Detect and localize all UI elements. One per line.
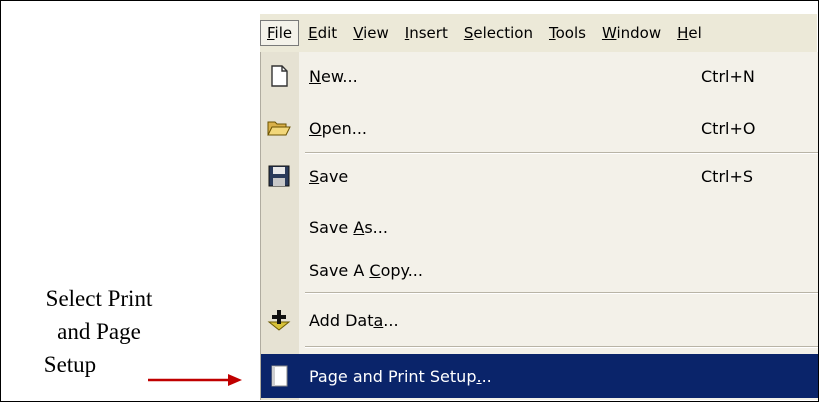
menubar-item-edit[interactable]: Edit	[301, 20, 344, 46]
save-disk-icon	[267, 164, 291, 188]
annotation-line-2: and Page	[57, 319, 141, 344]
menu-item-open-label: Open...	[309, 118, 367, 138]
menu-item-save-label: Save	[309, 166, 349, 186]
new-document-icon	[267, 64, 291, 88]
menu-item-open[interactable]: Open... Ctrl+O	[261, 108, 818, 148]
menu-item-page-and-print-setup[interactable]: Page and Print Setup...	[261, 354, 818, 398]
page-setup-icon	[267, 364, 291, 388]
menu-item-open-shortcut: Ctrl+O	[701, 118, 756, 138]
open-folder-icon	[267, 116, 291, 140]
menu-separator	[305, 152, 818, 154]
menu-item-new-shortcut: Ctrl+N	[701, 66, 755, 86]
menu-item-new[interactable]: New... Ctrl+N	[261, 56, 818, 96]
annotation-line-1: Select Print	[45, 286, 153, 311]
menubar-item-insert[interactable]: Insert	[398, 20, 455, 46]
menu-item-save-shortcut: Ctrl+S	[701, 166, 754, 186]
menu-separator	[305, 346, 818, 348]
menu-item-save-a-copy[interactable]: Save A Copy...	[261, 250, 818, 290]
menubar-item-selection[interactable]: Selection	[457, 20, 540, 46]
menu-item-save-as[interactable]: Save As...	[261, 207, 818, 247]
menu-item-save-as-label: Save As...	[309, 217, 388, 237]
menu-item-add-data[interactable]: Add Data...	[261, 300, 818, 340]
menu-item-page-and-print-setup-label: Page and Print Setup...	[309, 366, 492, 386]
menubar-item-tools[interactable]: Tools	[542, 20, 593, 46]
menu-bar: File Edit View Insert Selection Tools Window He…	[260, 14, 817, 53]
menu-item-save-a-copy-label: Save A Copy...	[309, 260, 423, 280]
instruction-annotation: Select Print and Page Setup	[10, 282, 188, 381]
red-arrow-icon	[148, 374, 242, 386]
menubar-item-file[interactable]: File	[260, 20, 300, 46]
menu-separator	[305, 292, 818, 294]
menu-item-save[interactable]: Save Ctrl+S	[261, 156, 818, 196]
menubar-item-hel[interactable]: Hel	[670, 20, 709, 46]
file-menu-dropdown: New... Ctrl+N Open... Ctrl+O Save Ctrl+S…	[260, 52, 818, 400]
menubar-item-view[interactable]: View	[346, 20, 396, 46]
menubar-item-window[interactable]: Window	[595, 20, 668, 46]
add-data-icon	[267, 308, 291, 332]
menu-item-new-label: New...	[309, 66, 358, 86]
menu-item-add-data-label: Add Data...	[309, 310, 399, 330]
